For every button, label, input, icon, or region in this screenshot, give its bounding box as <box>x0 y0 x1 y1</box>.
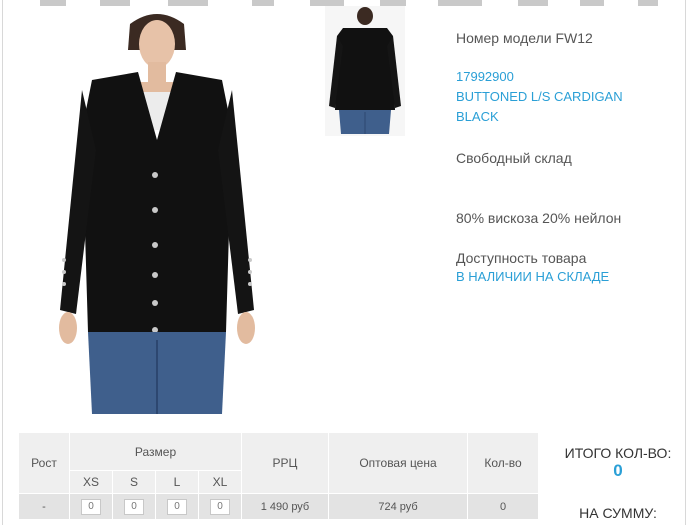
wholesale-cell: 724 руб <box>328 493 468 520</box>
product-main-image[interactable] <box>56 10 258 414</box>
table-row: - 0 0 0 0 1 490 руб 724 руб 0 <box>18 493 539 520</box>
size-l-header: L <box>155 470 199 494</box>
size-header: Размер <box>69 432 242 471</box>
product-thumbnail-image[interactable] <box>325 6 405 136</box>
qty-header: Кол-во <box>467 432 539 494</box>
totals-panel: ИТОГО КОЛ-ВО: 0 <box>548 445 688 481</box>
qty-cell: 0 <box>467 493 539 520</box>
composition-text: 80% вискоза 20% нейлон <box>456 210 622 226</box>
size-s-header: S <box>112 470 156 494</box>
total-sum-label: НА СУММУ: <box>579 505 657 521</box>
size-xl-header: XL <box>198 470 242 494</box>
product-sku-link[interactable]: 17992900 <box>456 67 514 87</box>
totals-sum: НА СУММУ: <box>548 505 688 521</box>
height-header: Рост <box>18 432 70 494</box>
warehouse-label: Свободный склад <box>456 150 572 166</box>
availability-status: В НАЛИЧИИ НА СКЛАДЕ <box>456 269 610 284</box>
qty-input-xs[interactable]: 0 <box>81 498 101 515</box>
product-name-link[interactable]: BUTTONED L/S CARDIGAN <box>456 87 623 107</box>
availability-label: Доступность товара <box>456 250 587 266</box>
height-cell: - <box>18 493 70 520</box>
order-table: Рост Размер РРЦ Оптовая цена Кол-во XS S… <box>18 432 539 520</box>
rrp-header: РРЦ <box>241 432 329 494</box>
wholesale-header: Оптовая цена <box>328 432 468 494</box>
qty-input-l[interactable]: 0 <box>167 498 187 515</box>
rrp-cell: 1 490 руб <box>241 493 329 520</box>
qty-input-xl[interactable]: 0 <box>210 498 230 515</box>
product-color-link[interactable]: BLACK <box>456 107 499 127</box>
size-xs-header: XS <box>69 470 113 494</box>
model-number: Номер модели FW12 <box>456 30 593 46</box>
total-qty-label: ИТОГО КОЛ-ВО: <box>564 445 672 461</box>
total-qty-value: 0 <box>613 461 623 480</box>
qty-input-s[interactable]: 0 <box>124 498 144 515</box>
